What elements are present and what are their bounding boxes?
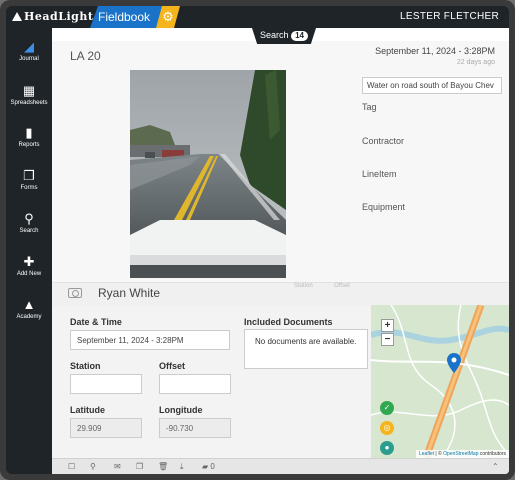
app-screen: HeadLight Fieldbook ⚙ LESTER FLETCHER Se… xyxy=(6,6,509,474)
magnifier-icon: ⚲ xyxy=(24,211,34,226)
map-locate-icon[interactable]: ◎ xyxy=(380,421,394,435)
lineitem-label: LineItem xyxy=(362,169,397,179)
sidebar-item-label: Search xyxy=(19,228,39,234)
record-relative-time: 22 days ago xyxy=(456,59,495,66)
sidebar-item-label: Academy xyxy=(16,314,42,320)
sidebar-item-label: Journal xyxy=(19,56,39,62)
latitude-field: 29.909 xyxy=(70,418,142,438)
sidebar-item-spreadsheets[interactable]: ▦ Spreadsheets xyxy=(6,83,52,107)
contractor-label: Contractor xyxy=(362,136,405,146)
map-pin-shape xyxy=(447,353,461,373)
documents-count: 0 xyxy=(210,462,215,471)
logo-mark-icon xyxy=(12,12,22,21)
camera-icon[interactable] xyxy=(68,288,82,298)
search-tab-label: Search xyxy=(260,30,289,40)
sidebar-item-journal[interactable]: ◢ Journal xyxy=(6,39,52,63)
equipment-label: Equipment xyxy=(362,202,406,212)
logo-text: HeadLight xyxy=(24,10,94,23)
leaflet-link[interactable]: Leaflet xyxy=(419,451,434,457)
sidebar-item-label: Add New xyxy=(16,271,42,277)
longitude-field: -90.730 xyxy=(159,418,231,438)
map-zoom-in-button[interactable]: + xyxy=(381,319,394,332)
sidebar-item-reports[interactable]: ▮ Reports xyxy=(6,125,52,149)
search-tab[interactable]: Search 14 xyxy=(252,28,316,44)
sidebar-item-label: Spreadsheets xyxy=(10,100,48,106)
record-title: LA 20 xyxy=(70,49,101,63)
record-author: Ryan White xyxy=(98,286,161,300)
description-field[interactable]: Water on road south of Bayou Chev xyxy=(362,77,502,94)
bottom-toolbar: ☐ ⚲ ✉ ❐ 🗑 ⤓ ▰ 0 ⌃ xyxy=(52,458,509,474)
select-checkbox-icon[interactable]: ☐ xyxy=(68,462,75,471)
included-documents-label: Included Documents xyxy=(244,317,333,327)
station-input[interactable] xyxy=(70,374,142,394)
map-zoom-out-button[interactable]: − xyxy=(381,333,394,346)
station-meta-label: Station xyxy=(294,283,313,289)
sidebar-item-forms[interactable]: ❐ Forms xyxy=(6,168,52,192)
sidebar-item-search[interactable]: ⚲ Search xyxy=(6,211,52,235)
duplicate-icon[interactable]: ❐ xyxy=(136,462,143,471)
offset-label: Offset xyxy=(159,361,186,371)
top-bar: HeadLight Fieldbook ⚙ LESTER FLETCHER xyxy=(6,6,509,28)
record-photo[interactable] xyxy=(130,70,286,278)
grid-icon: ▦ xyxy=(22,83,36,98)
copy-icon: ❐ xyxy=(23,168,35,183)
map-pin-icon[interactable] xyxy=(447,353,461,373)
user-menu[interactable]: LESTER FLETCHER xyxy=(400,11,499,22)
tag-label: Tag xyxy=(362,102,377,112)
datetime-label: Date & Time xyxy=(70,317,122,327)
latitude-label: Latitude xyxy=(70,405,105,415)
sidebar-item-label: Forms xyxy=(20,185,38,191)
module-tab-fieldbook[interactable]: Fieldbook xyxy=(90,6,166,28)
map-checkmark-icon[interactable]: ✓ xyxy=(380,401,394,415)
attribution-suffix: contributors xyxy=(478,451,506,457)
binoculars-icon: ◢ xyxy=(24,39,34,54)
zoom-icon[interactable]: ⚲ xyxy=(90,462,96,471)
sidebar-item-label: Reports xyxy=(18,142,40,148)
download-icon[interactable]: ⤓ xyxy=(180,462,184,472)
included-documents-list[interactable]: No documents are available. xyxy=(244,329,368,369)
collapse-chevron-icon[interactable]: ⌃ xyxy=(492,462,499,471)
map-attribution: Leaflet | © OpenStreetMap contributors xyxy=(416,450,509,458)
osm-link[interactable]: OpenStreetMap xyxy=(443,451,478,457)
trash-icon[interactable]: 🗑 xyxy=(158,462,168,471)
flooded-road-photo xyxy=(130,70,286,278)
app-logo[interactable]: HeadLight xyxy=(12,10,93,23)
location-map[interactable]: + − ✓ ◎ ● Leaflet | © OpenStreetMap cont… xyxy=(371,305,509,458)
datetime-field[interactable]: September 11, 2024 - 3:28PM xyxy=(70,330,230,350)
record-date: September 11, 2024 - 3:28PM xyxy=(375,46,495,56)
plus-icon: ✚ xyxy=(23,254,35,269)
attribution-separator: | © xyxy=(434,451,444,457)
map-marker-icon[interactable]: ● xyxy=(380,441,394,455)
device-frame: HeadLight Fieldbook ⚙ LESTER FLETCHER Se… xyxy=(0,0,515,480)
documents-icon[interactable]: ▰ 0 xyxy=(202,462,215,471)
station-label: Station xyxy=(70,361,101,371)
offset-meta-label: Offset xyxy=(334,283,350,289)
sidebar-item-add-new[interactable]: ✚ Add New xyxy=(6,254,52,278)
book-icon: ▮ xyxy=(25,125,33,140)
sidebar-item-academy[interactable]: ▲ Academy xyxy=(6,297,52,321)
offset-input[interactable] xyxy=(159,374,231,394)
longitude-label: Longitude xyxy=(159,405,203,415)
documents-empty-message: No documents are available. xyxy=(255,337,357,346)
mail-icon[interactable]: ✉ xyxy=(114,462,121,471)
sidebar: ◢ Journal ▦ Spreadsheets ▮ Reports ❐ For… xyxy=(6,28,52,474)
search-count-badge: 14 xyxy=(291,31,308,41)
graduation-cap-icon: ▲ xyxy=(22,297,36,312)
